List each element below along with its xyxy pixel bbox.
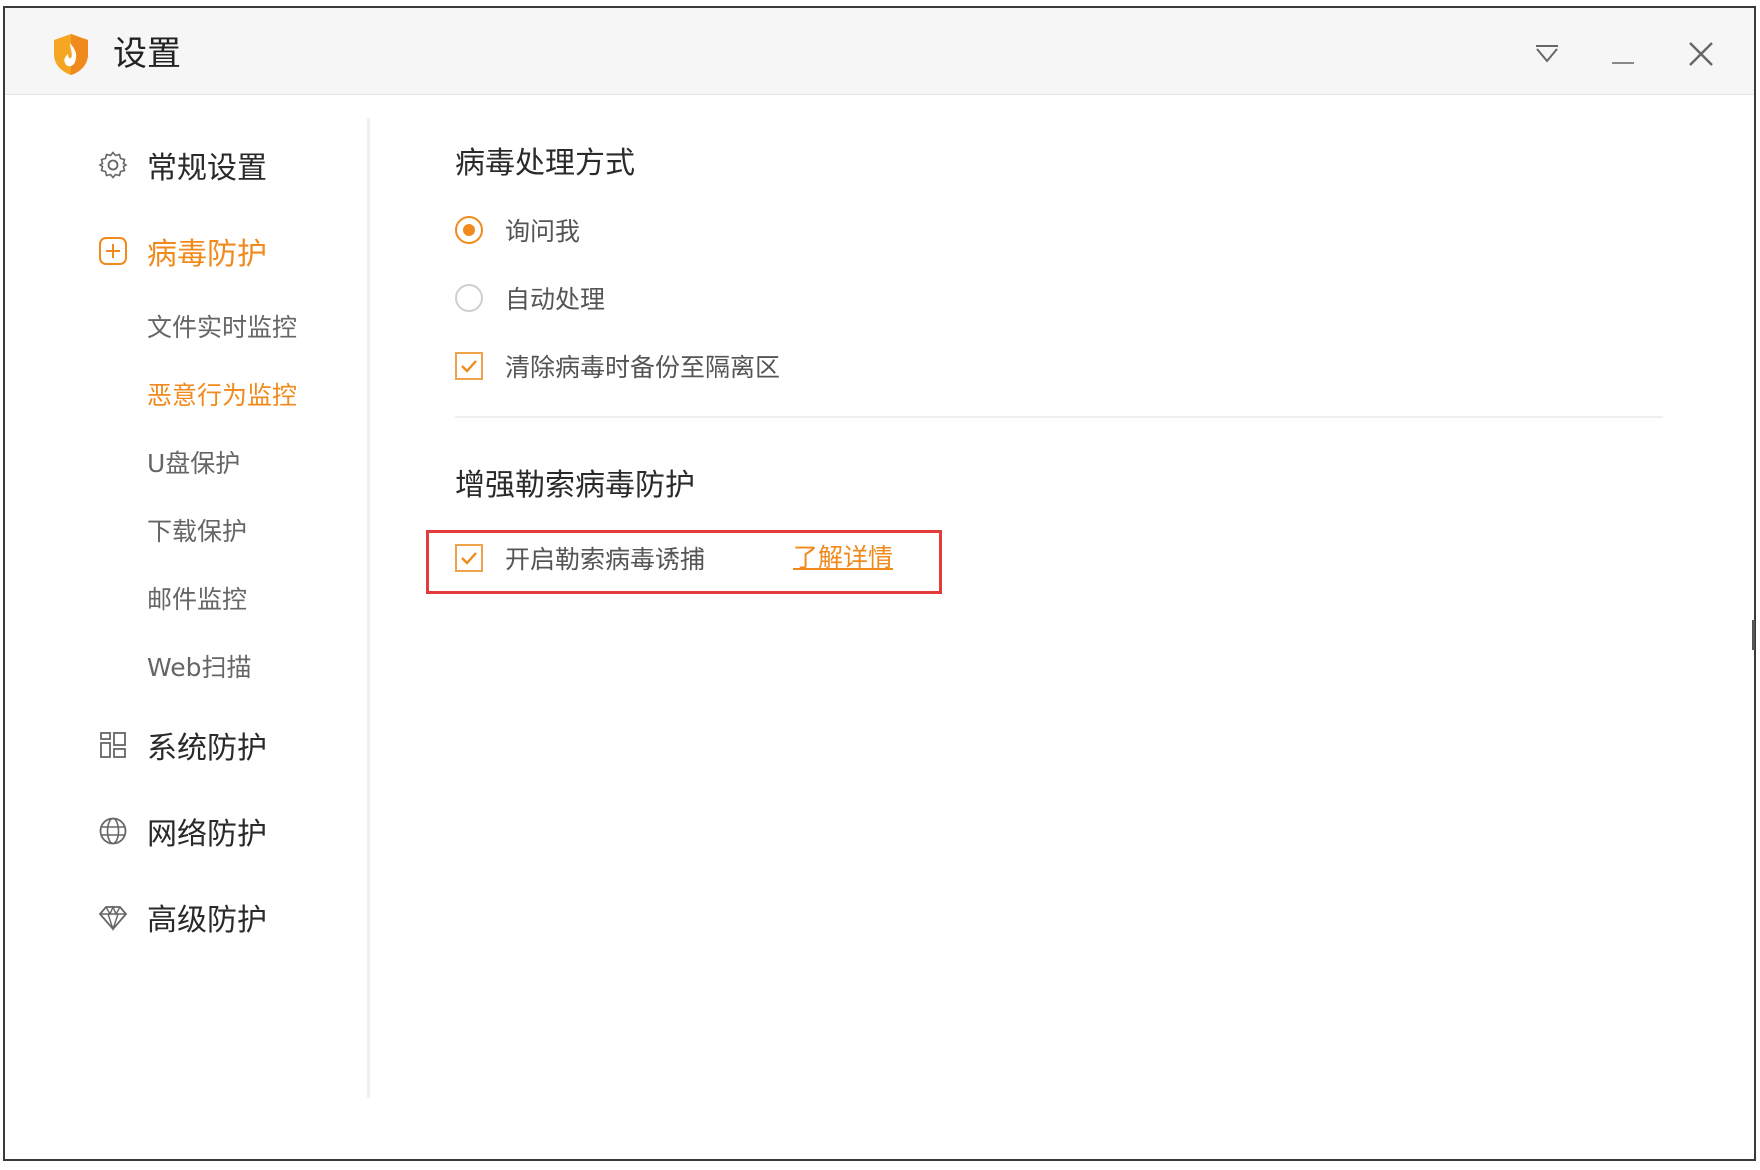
sidebar-item-advanced-protection[interactable]: 高级防护	[97, 892, 267, 942]
checkbox-backup-quarantine[interactable]: 清除病毒时备份至隔离区	[455, 346, 780, 386]
sidebar-subitem-file-monitor[interactable]: 文件实时监控	[147, 308, 297, 348]
menu-dropdown-button[interactable]	[1525, 34, 1569, 74]
sidebar-subitem-usb-protection[interactable]: U盘保护	[147, 444, 240, 484]
sidebar-item-label: 病毒防护	[147, 237, 267, 272]
radio-ask-me-label: 询问我	[505, 217, 581, 246]
sidebar-subitem-behavior-monitor[interactable]: 恶意行为监控	[147, 376, 297, 416]
radio-auto-handle[interactable]: 自动处理	[455, 278, 605, 318]
minimize-button[interactable]	[1601, 34, 1645, 74]
radio-ask-me[interactable]: 询问我	[455, 210, 580, 250]
radio-button-checked[interactable]	[455, 216, 483, 244]
grid-blocks-icon	[97, 729, 129, 761]
checkbox-checked[interactable]	[455, 352, 483, 380]
learn-more-link[interactable]: 了解详情	[793, 538, 893, 578]
window-edge-mark	[1752, 620, 1755, 650]
diamond-icon	[97, 901, 129, 933]
checkbox-ransomware-trap-label: 开启勒索病毒诱捕	[505, 545, 706, 574]
radio-auto-handle-label: 自动处理	[505, 285, 606, 314]
checkbox-checked[interactable]	[455, 544, 483, 572]
checkmark-icon	[461, 360, 477, 373]
sidebar-item-label: 高级防护	[147, 903, 267, 938]
shield-flame-logo-icon	[54, 34, 88, 75]
gear-icon	[97, 149, 129, 181]
sidebar-item-virus-protection[interactable]: 病毒防护	[97, 226, 267, 276]
sidebar-item-label: 常规设置	[147, 151, 267, 186]
sidebar-subitem-web-scan[interactable]: Web扫描	[147, 648, 252, 688]
sidebar-item-network-protection[interactable]: 网络防护	[97, 806, 267, 856]
sidebar-item-general[interactable]: 常规设置	[97, 140, 267, 190]
ransomware-title: 增强勒索病毒防护	[455, 468, 695, 503]
window-title: 设置	[113, 34, 181, 74]
sidebar-item-system-protection[interactable]: 系统防护	[97, 720, 267, 770]
sidebar-divider	[367, 118, 370, 1098]
close-icon	[1689, 42, 1713, 66]
radio-button-unchecked[interactable]	[455, 284, 483, 312]
globe-icon	[97, 815, 129, 847]
sidebar-item-label: 网络防护	[147, 817, 267, 852]
virus-handling-title: 病毒处理方式	[455, 146, 635, 181]
settings-window: 设置 常规设置 病毒防护 文件实时监控 恶意行为监控 U盘保护 下载保护 邮件监…	[3, 6, 1756, 1161]
close-button[interactable]	[1679, 34, 1723, 74]
checkbox-ransomware-trap[interactable]: 开启勒索病毒诱捕	[455, 538, 705, 578]
dropdown-triangle-icon	[1536, 45, 1558, 63]
minimize-icon	[1612, 62, 1634, 64]
sidebar-subitem-download-protection[interactable]: 下载保护	[147, 512, 247, 552]
checkmark-icon	[461, 552, 477, 565]
plus-square-icon	[97, 235, 129, 267]
sidebar-subitem-mail-monitor[interactable]: 邮件监控	[147, 580, 247, 620]
title-bar[interactable]: 设置	[5, 8, 1754, 95]
checkbox-backup-quarantine-label: 清除病毒时备份至隔离区	[505, 353, 781, 382]
sidebar-item-label: 系统防护	[147, 731, 267, 766]
section-divider	[455, 416, 1663, 418]
